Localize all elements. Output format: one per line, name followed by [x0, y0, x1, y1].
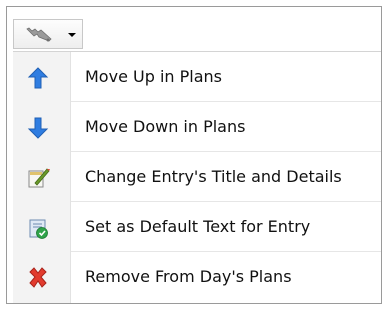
edit-note-icon [28, 168, 50, 188]
menu-item-change-title[interactable]: Change Entry's Title and Details [13, 152, 381, 202]
menu-item-label: Move Up in Plans [85, 67, 222, 86]
menu-item-label: Change Entry's Title and Details [85, 167, 342, 186]
checked-document-icon [29, 219, 48, 239]
wrench-icon [26, 27, 52, 42]
red-x-icon [29, 267, 47, 288]
menu-item-move-up[interactable]: Move Up in Plans [13, 52, 381, 102]
menu-item-label: Move Down in Plans [85, 117, 246, 136]
arrow-up-icon [27, 67, 49, 89]
arrow-down-icon [27, 117, 49, 139]
tools-dropdown-button[interactable] [13, 19, 83, 49]
menu-item-set-default[interactable]: Set as Default Text for Entry [13, 202, 381, 252]
toolbar [7, 7, 381, 53]
chevron-down-icon [68, 33, 76, 37]
menu-frame: Move Up in Plans Move Down in Plans Chan… [6, 6, 382, 304]
menu-item-label: Remove From Day's Plans [85, 267, 292, 286]
menu-item-move-down[interactable]: Move Down in Plans [13, 102, 381, 152]
context-menu: Move Up in Plans Move Down in Plans Chan… [13, 51, 381, 303]
menu-item-remove[interactable]: Remove From Day's Plans [13, 252, 381, 302]
menu-item-label: Set as Default Text for Entry [85, 217, 311, 236]
